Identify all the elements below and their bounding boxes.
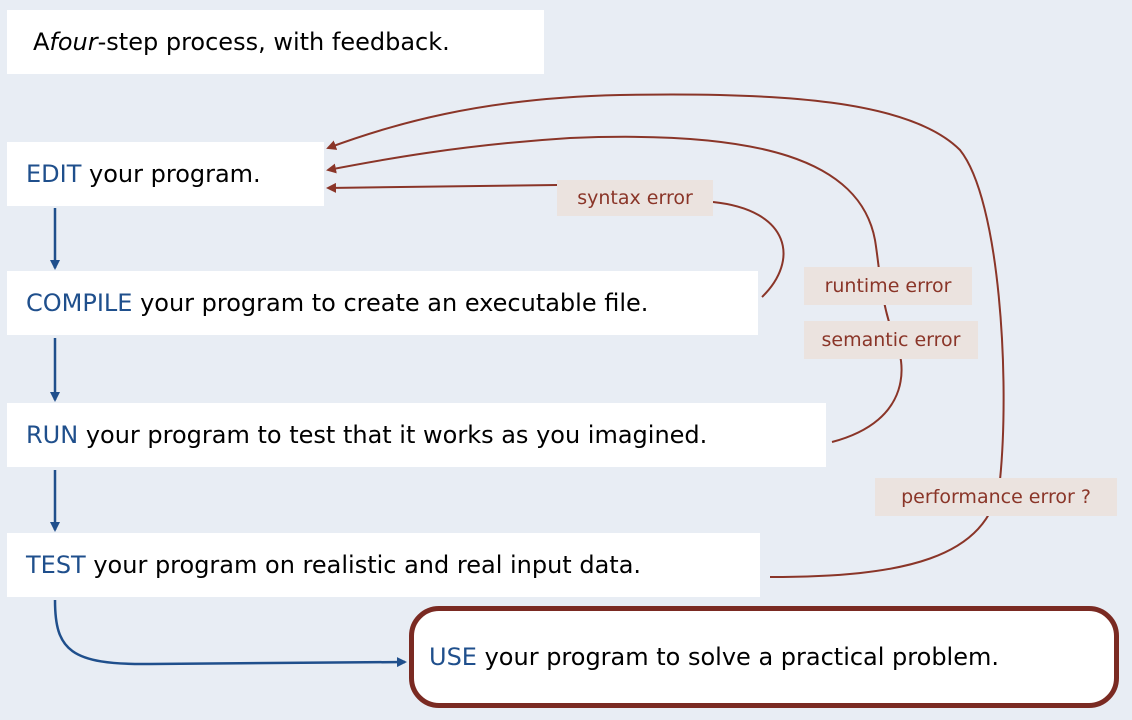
- step-edit: EDIT your program.: [7, 142, 324, 206]
- title-post: -step process, with feedback.: [97, 28, 450, 56]
- step-use-keyword: USE: [429, 643, 477, 671]
- step-test-text: your program on realistic and real input…: [85, 551, 642, 579]
- step-edit-keyword: EDIT: [26, 160, 82, 188]
- step-compile-keyword: COMPILE: [26, 289, 133, 317]
- syntax-error-label: syntax error: [557, 180, 713, 216]
- step-edit-text: your program.: [81, 160, 261, 188]
- diagram: A four -step process, with feedback. EDIT…: [0, 0, 1132, 720]
- step-use: USE your program to solve a practical pr…: [409, 606, 1119, 708]
- step-run-text: your program to test that it works as yo…: [78, 421, 708, 449]
- step-use-text: your program to solve a practical proble…: [476, 643, 999, 671]
- feedback-arrow-syntax-head: [326, 182, 558, 193]
- title-emphasis: four: [49, 28, 98, 56]
- step-compile: COMPILE your program to create an execut…: [7, 271, 758, 335]
- title: A four -step process, with feedback.: [7, 10, 544, 74]
- step-compile-text: your program to create an executable fil…: [132, 289, 649, 317]
- step-test: TEST your program on realistic and real …: [7, 533, 760, 597]
- performance-error-label: performance error ?: [875, 478, 1117, 516]
- flow-arrow-test-use: [53, 599, 407, 668]
- step-run-keyword: RUN: [26, 421, 79, 449]
- step-run: RUN your program to test that it works a…: [7, 403, 826, 467]
- runtime-error-label: runtime error: [804, 267, 972, 305]
- semantic-error-label: semantic error: [804, 321, 978, 359]
- title-pre: A: [33, 28, 50, 56]
- step-test-keyword: TEST: [26, 551, 86, 579]
